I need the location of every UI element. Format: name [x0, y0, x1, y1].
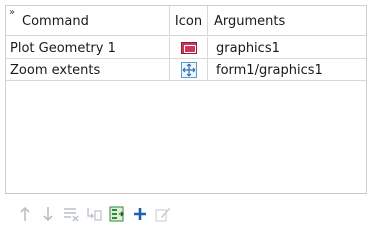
command-table: ›› Command Icon Arguments Plot Geometry …: [5, 5, 367, 194]
plot-geometry-icon: [180, 42, 197, 54]
icon-cell[interactable]: [170, 59, 208, 81]
column-header-icon[interactable]: Icon: [170, 6, 208, 36]
edit-button[interactable]: [154, 205, 172, 223]
command-cell[interactable]: Plot Geometry 1: [6, 37, 170, 59]
arguments-text: graphics1: [216, 40, 280, 56]
arrow-down-icon: [43, 207, 53, 222]
move-up-button[interactable]: [16, 205, 34, 223]
command-cell[interactable]: Zoom extents: [6, 59, 170, 81]
table-toolbar: [16, 205, 177, 223]
expand-icon[interactable]: ››: [9, 7, 15, 18]
column-header-command-label: Command: [22, 13, 89, 29]
command-text: Plot Geometry 1: [10, 40, 116, 56]
add-command-icon: [109, 206, 124, 222]
icon-cell[interactable]: [170, 37, 208, 59]
delete-list-icon: [64, 208, 79, 222]
table-row[interactable]: Plot Geometry 1 graphics1: [6, 37, 366, 59]
edit-icon: [155, 208, 170, 222]
command-text: Zoom extents: [10, 62, 101, 78]
add-button[interactable]: [131, 205, 149, 223]
zoom-extents-icon: [180, 62, 197, 78]
insert-icon: [87, 208, 102, 221]
insert-button[interactable]: [85, 205, 103, 223]
table-header: ›› Command Icon Arguments: [6, 6, 366, 36]
plus-icon: [134, 208, 146, 220]
add-command-button[interactable]: [108, 205, 126, 223]
column-header-arguments-label: Arguments: [214, 13, 286, 29]
arguments-text: form1/graphics1: [216, 62, 323, 78]
move-down-button[interactable]: [39, 205, 57, 223]
column-header-icon-label: Icon: [174, 13, 203, 29]
column-header-arguments[interactable]: Arguments: [208, 6, 285, 36]
arrow-up-icon: [20, 206, 30, 221]
arguments-cell[interactable]: graphics1: [208, 37, 280, 59]
table-row[interactable]: Zoom extents form1/graphics1: [6, 59, 366, 81]
delete-button[interactable]: [62, 205, 80, 223]
column-header-command[interactable]: ›› Command: [6, 6, 170, 36]
arguments-cell[interactable]: form1/graphics1: [208, 59, 323, 81]
